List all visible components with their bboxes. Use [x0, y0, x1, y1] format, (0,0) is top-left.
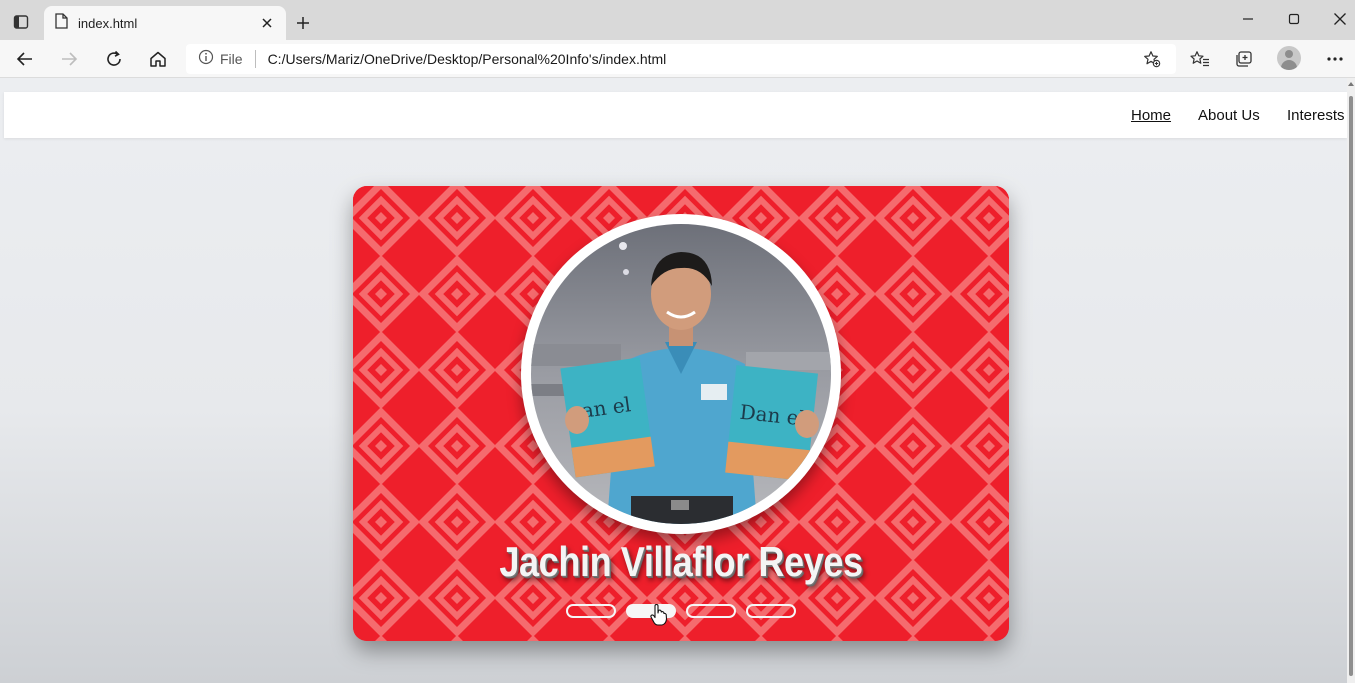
plus-icon[interactable] — [292, 12, 314, 34]
carousel-dot-3[interactable] — [686, 604, 736, 618]
info-icon[interactable] — [198, 49, 214, 70]
more-icon[interactable] — [1321, 46, 1349, 72]
address-bar[interactable]: File C:/Users/Mariz/OneDrive/Desktop/Per… — [186, 44, 1176, 74]
profile-photo-frame: an el Dan el — [521, 214, 841, 534]
add-favorite-icon[interactable] — [1140, 48, 1164, 70]
tab-strip: index.html — [0, 0, 1355, 40]
forward-arrow-icon[interactable] — [55, 46, 83, 72]
scroll-up-arrow-icon[interactable] — [1348, 82, 1354, 86]
tab-title: index.html — [78, 15, 138, 31]
close-icon[interactable] — [258, 14, 276, 32]
carousel-indicators — [566, 604, 796, 618]
carousel-dot-4[interactable] — [746, 604, 796, 618]
page-scrollbar[interactable] — [1347, 78, 1355, 683]
sidebar-toggle-icon[interactable] — [8, 10, 34, 34]
nav-link-interests[interactable]: Interests — [1287, 107, 1345, 124]
maximize-icon[interactable] — [1280, 8, 1308, 30]
minimize-icon[interactable] — [1234, 8, 1262, 30]
back-arrow-icon[interactable] — [11, 46, 39, 72]
page-viewport: Home About Us Interests an el Dan el Jac… — [0, 78, 1347, 683]
hand-cursor-icon — [650, 603, 668, 631]
nav-link-home[interactable]: Home — [1131, 107, 1171, 124]
window-close-icon[interactable] — [1326, 8, 1354, 30]
favorites-icon[interactable] — [1186, 46, 1214, 72]
hero-card: an el Dan el Jachin Villaflor Reyes — [353, 186, 1009, 641]
collections-icon[interactable] — [1230, 46, 1258, 72]
scrollbar-thumb[interactable] — [1349, 96, 1353, 676]
profile-photo: an el Dan el — [531, 224, 831, 524]
url-text[interactable]: C:/Users/Mariz/OneDrive/Desktop/Personal… — [268, 51, 667, 67]
page-icon — [54, 12, 68, 34]
site-navbar: Home About Us Interests — [4, 92, 1347, 138]
browser-toolbar: File C:/Users/Mariz/OneDrive/Desktop/Per… — [0, 40, 1355, 78]
nav-link-about-us[interactable]: About Us — [1198, 107, 1260, 124]
hero-name: Jachin Villaflor Reyes — [499, 538, 863, 585]
address-separator — [254, 50, 256, 68]
home-icon[interactable] — [144, 46, 172, 72]
browser-tab[interactable]: index.html — [44, 6, 286, 40]
carousel-dot-1[interactable] — [566, 604, 616, 618]
address-prefix: File — [220, 51, 243, 67]
profile-icon[interactable] — [1277, 46, 1301, 70]
refresh-icon[interactable] — [100, 46, 128, 72]
